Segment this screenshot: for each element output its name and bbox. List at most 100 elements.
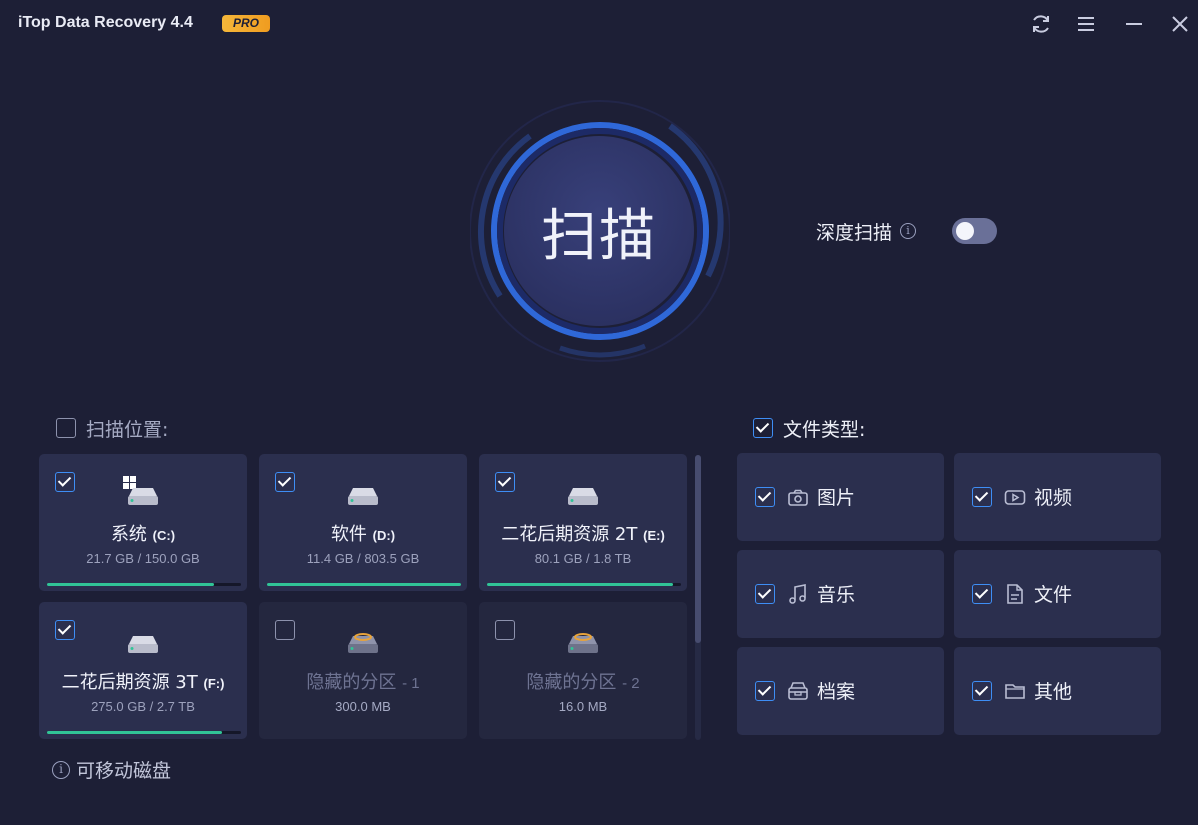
info-icon: i — [52, 760, 70, 779]
hidden-drive-icon — [343, 622, 383, 658]
drive-name: 系统 (C:) — [39, 520, 247, 546]
refresh-button[interactable] — [1029, 12, 1053, 36]
file-type-checkbox[interactable] — [755, 584, 775, 604]
drive-label: 二花后期资源 3T — [61, 672, 198, 693]
usage-bar-fill — [487, 583, 674, 586]
drive-size: 16.0 MB — [558, 699, 608, 714]
menu-button[interactable] — [1074, 12, 1098, 36]
file-type-label: 视频 — [1034, 487, 1073, 509]
scan-button[interactable]: 扫描 — [504, 136, 694, 326]
system-drive-icon — [123, 474, 163, 510]
drive-letter: - 1 — [402, 675, 420, 692]
drive-card[interactable]: 二花后期资源 3T (F:) 275.0 GB / 2.7 TB — [39, 602, 247, 739]
drive-size: 11.4 GB / 803.5 GB — [306, 551, 420, 566]
folder-icon — [1004, 680, 1026, 702]
minimize-icon — [1126, 23, 1142, 25]
drive-size: 80.1 GB / 1.8 TB — [534, 551, 632, 566]
drive-size: 300.0 MB — [335, 699, 391, 714]
deep-scan: 深度扫描 i — [816, 216, 917, 246]
usage-bar — [47, 731, 241, 734]
file-type-checkbox[interactable] — [972, 681, 992, 701]
drive-card[interactable]: 二花后期资源 2T (E:) 80.1 GB / 1.8 TB — [479, 454, 687, 591]
file-type-label: 文件 — [1034, 584, 1073, 606]
file-types-checkbox[interactable] — [753, 418, 773, 438]
hard-drive-icon — [123, 622, 163, 658]
drive-name: 二花后期资源 3T (F:) — [39, 668, 247, 694]
scan-label: 扫描 — [541, 203, 657, 269]
file-type-checkbox[interactable] — [755, 681, 775, 701]
drive-name: 二花后期资源 2T (E:) — [479, 520, 687, 546]
video-icon — [1004, 486, 1026, 508]
pro-badge: PRO — [222, 15, 270, 32]
usage-bar-fill — [47, 731, 222, 734]
drive-size: 21.7 GB / 150.0 GB — [86, 551, 200, 566]
hard-drive-icon — [563, 474, 603, 510]
file-type-label: 其他 — [1034, 681, 1073, 703]
minimize-button[interactable] — [1122, 12, 1146, 36]
scan-location-label: 扫描位置: — [86, 419, 169, 441]
drive-label: 隐藏的分区 — [526, 672, 617, 693]
document-icon — [1004, 583, 1026, 605]
file-type-label: 档案 — [817, 681, 856, 703]
file-type-card[interactable]: 其他 — [954, 647, 1161, 735]
scan-location-checkbox[interactable] — [56, 418, 76, 438]
toggle-knob — [956, 222, 974, 240]
info-icon[interactable]: i — [900, 223, 917, 239]
camera-icon — [787, 486, 809, 508]
drive-letter: (E:) — [643, 528, 665, 543]
drive-letter: (C:) — [152, 528, 176, 543]
close-icon — [1172, 16, 1188, 32]
usage-bar-fill — [47, 583, 214, 586]
drive-card[interactable]: 隐藏的分区 - 2 16.0 MB — [479, 602, 687, 739]
scrollbar-thumb[interactable] — [695, 455, 701, 643]
file-types-label: 文件类型: — [783, 419, 866, 441]
usage-bar — [47, 583, 241, 586]
usage-bar — [267, 583, 461, 586]
file-type-checkbox[interactable] — [972, 487, 992, 507]
drive-checkbox[interactable] — [495, 620, 515, 640]
file-type-card[interactable]: 图片 — [737, 453, 944, 541]
file-type-label: 图片 — [817, 487, 856, 509]
file-type-card[interactable]: 文件 — [954, 550, 1161, 638]
drive-label: 系统 — [110, 524, 147, 545]
deep-scan-toggle[interactable] — [952, 218, 997, 244]
drive-card[interactable]: 系统 (C:) 21.7 GB / 150.0 GB — [39, 454, 247, 591]
drive-scrollbar[interactable] — [695, 455, 701, 740]
drive-checkbox[interactable] — [55, 620, 75, 640]
file-type-card[interactable]: 视频 — [954, 453, 1161, 541]
hidden-drive-icon — [563, 622, 603, 658]
removable-disk[interactable]: i 可移动磁盘 — [52, 756, 171, 783]
drive-checkbox[interactable] — [275, 472, 295, 492]
drive-letter: (F:) — [203, 676, 225, 691]
drive-label: 隐藏的分区 — [306, 672, 397, 693]
drive-letter: (D:) — [372, 528, 396, 543]
music-icon — [787, 583, 809, 605]
drive-name: 隐藏的分区 - 2 — [479, 668, 687, 694]
drive-checkbox[interactable] — [55, 472, 75, 492]
removable-disk-label: 可移动磁盘 — [76, 760, 172, 782]
drive-card[interactable]: 隐藏的分区 - 1 300.0 MB — [259, 602, 467, 739]
drive-label: 软件 — [330, 524, 367, 545]
refresh-icon — [1033, 15, 1049, 33]
hard-drive-icon — [343, 474, 383, 510]
drive-checkbox[interactable] — [495, 472, 515, 492]
file-type-checkbox[interactable] — [972, 584, 992, 604]
usage-bar — [487, 583, 681, 586]
close-button[interactable] — [1168, 12, 1192, 36]
drive-letter: - 2 — [622, 675, 640, 692]
drive-label: 二花后期资源 2T — [501, 524, 638, 545]
drive-checkbox[interactable] — [275, 620, 295, 640]
drive-card[interactable]: 软件 (D:) 11.4 GB / 803.5 GB — [259, 454, 467, 591]
usage-bar-fill — [267, 583, 461, 586]
drive-name: 隐藏的分区 - 1 — [259, 668, 467, 694]
archive-icon — [787, 680, 809, 702]
hamburger-icon — [1078, 17, 1094, 31]
drive-name: 软件 (D:) — [259, 520, 467, 546]
deep-scan-label: 深度扫描 — [816, 221, 893, 244]
file-type-label: 音乐 — [817, 584, 856, 606]
file-type-card[interactable]: 档案 — [737, 647, 944, 735]
file-type-checkbox[interactable] — [755, 487, 775, 507]
title-bar: iTop Data Recovery 4.4 PRO — [0, 0, 1198, 48]
file-type-card[interactable]: 音乐 — [737, 550, 944, 638]
drive-size: 275.0 GB / 2.7 TB — [91, 699, 195, 714]
